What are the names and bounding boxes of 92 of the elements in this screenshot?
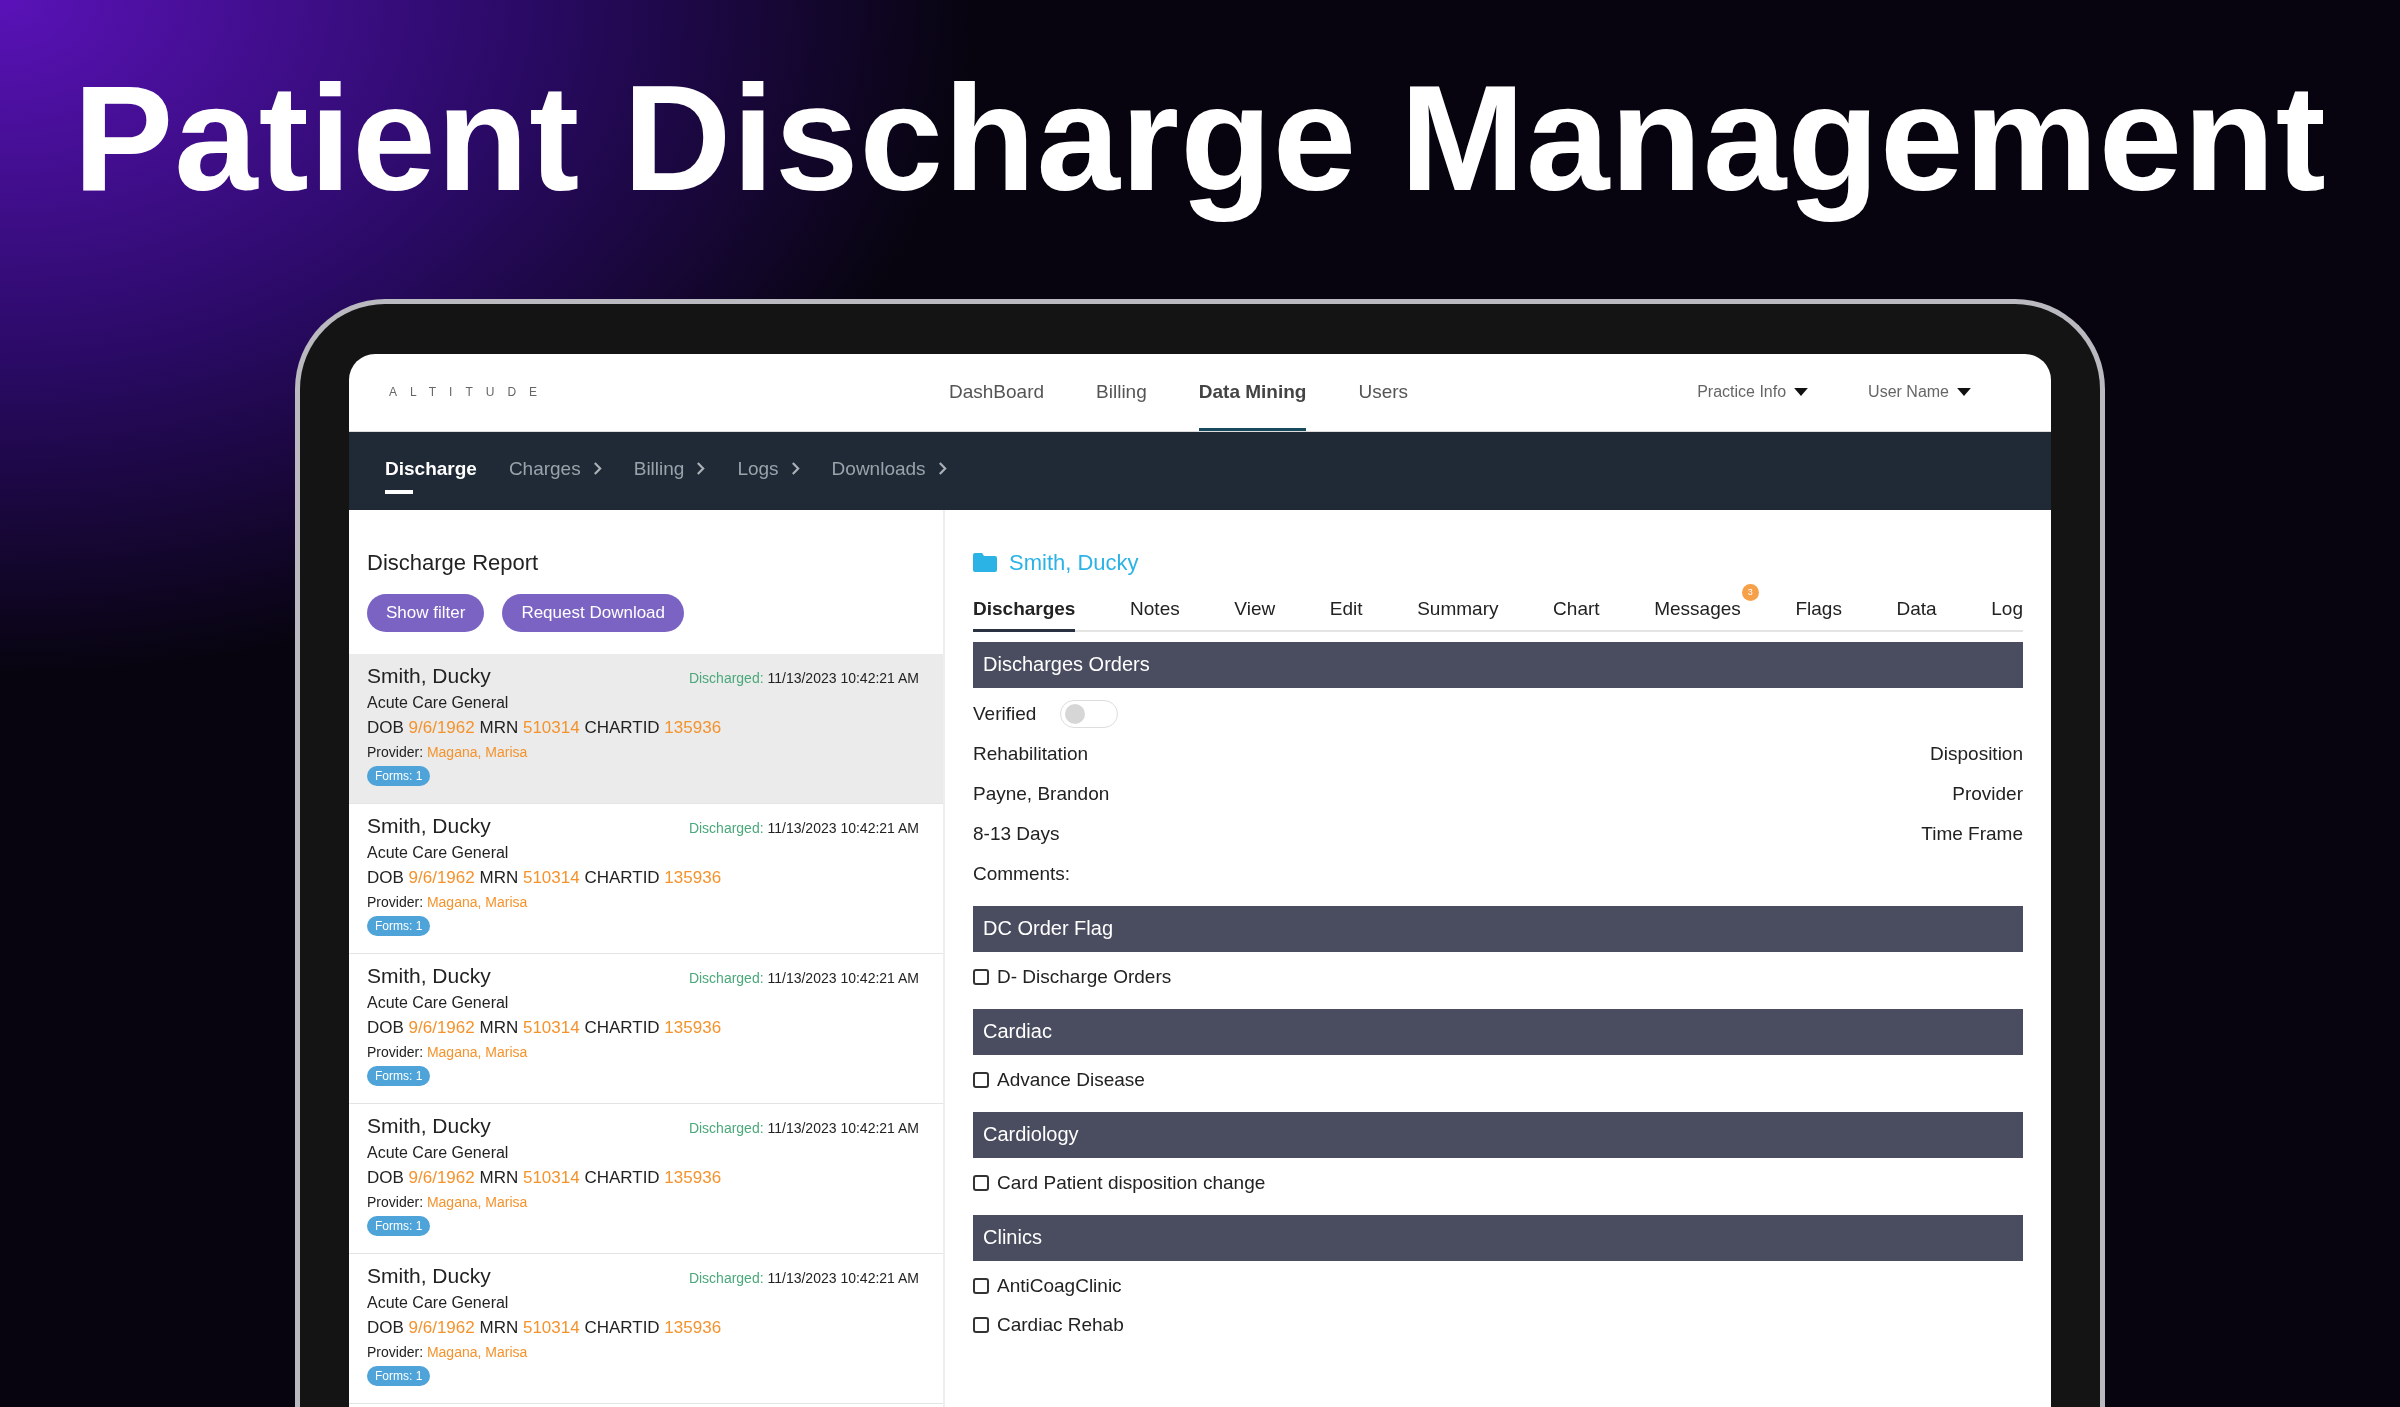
field-value: 8-13 Days: [973, 822, 1060, 845]
logo: ALTITUDE: [389, 385, 552, 399]
patient-ids: DOB 9/6/1962 MRN 510314 CHARTID 135936: [367, 867, 723, 888]
checkbox-label: Cardiac Rehab: [997, 1314, 1124, 1336]
tab[interactable]: Edit: [1329, 591, 1363, 632]
dropdown-menu[interactable]: Practice Info: [1697, 383, 1809, 401]
tab[interactable]: Data: [1896, 591, 1937, 632]
facility-name: Acute Care General: [367, 843, 510, 862]
patient-name: Smith, Ducky: [367, 813, 491, 838]
checkbox-label: Card Patient disposition change: [997, 1172, 1266, 1194]
forms-badge: Forms: 1: [367, 1215, 431, 1236]
action-button[interactable]: Request Download: [502, 593, 685, 632]
breadcrumb-tab[interactable]: Discharge: [385, 447, 477, 494]
section-header: Discharges Orders: [973, 641, 2023, 688]
section-header: DC Order Flag: [973, 905, 2023, 952]
chevron-icon: [696, 462, 706, 475]
breadcrumb-tab[interactable]: Charges: [508, 447, 602, 494]
forms-badge: Forms: 1: [367, 1065, 431, 1086]
field-label: Verified: [973, 702, 1037, 725]
field-label: Provider: [1952, 782, 2023, 805]
caret-icon: [1794, 388, 1809, 396]
discharge-time: Discharged: 11/13/2023 10:42:21 AM: [688, 1119, 919, 1136]
count-badge: 3: [1741, 583, 1759, 601]
facility-name: Acute Care General: [367, 993, 510, 1012]
forms-badge: Forms: 1: [367, 1365, 431, 1386]
provider-line: Provider: Magana, Marisa: [367, 743, 529, 760]
section-header: Cardiac: [973, 1008, 2023, 1055]
patient-card[interactable]: Smith, Ducky Discharged: 11/13/2023 10:42:21 AM Acute Care General DOB 9/6/1962 MRN 510314 CHARTID 135936 Provider: Magana, Marisa Forms: 1: [349, 803, 943, 954]
facility-name: Acute Care General: [367, 693, 510, 712]
action-button[interactable]: Show filter: [367, 593, 485, 632]
discharge-time: Discharged: 11/13/2023 10:42:21 AM: [688, 669, 919, 686]
patient-name: Smith, Ducky: [367, 663, 491, 688]
dropdown-menu[interactable]: User Name: [1868, 383, 1971, 401]
checkbox[interactable]: [973, 1278, 989, 1294]
nav-tab[interactable]: Billing: [1096, 353, 1147, 431]
provider-line: Provider: Magana, Marisa: [367, 1193, 529, 1210]
headline: Patient Discharge Management: [73, 53, 2327, 224]
discharge-time: Discharged: 11/13/2023 10:42:21 AM: [688, 969, 919, 986]
chevron-icon: [937, 462, 947, 475]
discharge-time: Discharged: 11/13/2023 10:42:21 AM: [688, 1269, 919, 1286]
breadcrumb-tab[interactable]: Billing: [633, 447, 706, 494]
checkbox[interactable]: [973, 1072, 989, 1088]
facility-name: Acute Care General: [367, 1143, 510, 1162]
provider-line: Provider: Magana, Marisa: [367, 1043, 529, 1060]
patient-card[interactable]: Smith, Ducky Discharged: 11/13/2023 10:42:21 AM Acute Care General DOB 9/6/1962 MRN 510314 CHARTID 135936 Provider: Magana, Marisa Forms: 1: [349, 1103, 943, 1254]
tab[interactable]: Chart: [1553, 591, 1600, 632]
patient-ids: DOB 9/6/1962 MRN 510314 CHARTID 135936: [367, 1167, 723, 1188]
tab[interactable]: Flags: [1795, 591, 1842, 632]
field-label: Disposition: [1930, 742, 2023, 765]
provider-line: Provider: Magana, Marisa: [367, 1343, 529, 1360]
patient-card[interactable]: Smith, Ducky Discharged: 11/13/2023 10:42:21 AM Acute Care General DOB 9/6/1962 MRN 510314 CHARTID 135936 Provider: Magana, Marisa Forms: 1: [349, 953, 943, 1104]
tab[interactable]: Log: [1991, 591, 2023, 632]
checkbox-label: AntiCoagClinic: [997, 1275, 1122, 1297]
forms-badge: Forms: 1: [367, 915, 431, 936]
chevron-icon: [592, 462, 602, 475]
patient-name: Smith, Ducky: [367, 963, 491, 988]
chevron-icon: [790, 462, 800, 475]
patient-name: Smith, Ducky: [367, 1113, 491, 1138]
toggle-switch[interactable]: [1060, 699, 1119, 728]
checkbox-label: D- Discharge Orders: [997, 966, 1172, 988]
facility-name: Acute Care General: [367, 1293, 510, 1312]
checkbox[interactable]: [973, 969, 989, 985]
checkbox-label: Advance Disease: [997, 1069, 1145, 1091]
report-title: Discharge Report: [367, 549, 540, 576]
tab[interactable]: Summary: [1417, 591, 1499, 632]
field-value: Payne, Brandon: [973, 782, 1110, 805]
patient-title: Smith, Ducky: [1009, 549, 1139, 576]
tab[interactable]: Notes: [1130, 591, 1180, 632]
patient-ids: DOB 9/6/1962 MRN 510314 CHARTID 135936: [367, 717, 723, 738]
caret-icon: [1957, 388, 1971, 396]
nav-tab[interactable]: DashBoard: [949, 353, 1045, 431]
discharge-time: Discharged: 11/13/2023 10:42:21 AM: [688, 819, 919, 836]
patient-card[interactable]: Smith, Ducky Discharged: 11/13/2023 10:42:21 AM Acute Care General DOB 9/6/1962 MRN 510314 CHARTID 135936 Provider: Magana, Marisa Forms: 1: [349, 1253, 943, 1404]
tab[interactable]: View: [1234, 591, 1276, 632]
section-header: Cardiology: [973, 1111, 2023, 1158]
field-label: Comments:: [973, 862, 1071, 885]
patient-ids: DOB 9/6/1962 MRN 510314 CHARTID 135936: [367, 1017, 723, 1038]
patient-name: Smith, Ducky: [367, 1263, 491, 1288]
provider-line: Provider: Magana, Marisa: [367, 893, 529, 910]
checkbox[interactable]: [973, 1175, 989, 1191]
forms-badge: Forms: 1: [367, 765, 431, 786]
field-label: Time Frame: [1921, 822, 2023, 845]
patient-ids: DOB 9/6/1962 MRN 510314 CHARTID 135936: [367, 1317, 723, 1338]
breadcrumb-tab[interactable]: Logs: [737, 447, 800, 494]
section-header: Clinics: [973, 1214, 2023, 1261]
checkbox[interactable]: [973, 1317, 989, 1333]
field-value: Rehabilitation: [973, 742, 1089, 765]
breadcrumb-tab[interactable]: Downloads: [831, 447, 947, 494]
patient-card[interactable]: Smith, Ducky Discharged: 11/13/2023 10:42:21 AM Acute Care General DOB 9/6/1962 MRN 510314 CHARTID 135936 Provider: Magana, Marisa Forms: 1: [349, 653, 943, 804]
tab[interactable]: Discharges: [973, 591, 1076, 632]
folder-icon: [973, 553, 997, 572]
nav-tab[interactable]: Users: [1358, 353, 1409, 431]
